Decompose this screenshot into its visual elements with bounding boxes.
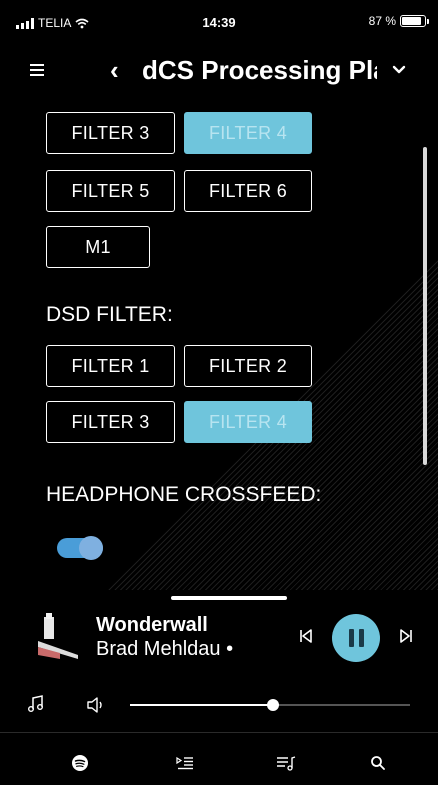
settings-content: FILTER 3 FILTER 4 FILTER 5 FILTER 6 M1 D… [0, 100, 438, 590]
pcm-filter-6-button[interactable]: FILTER 6 [184, 170, 312, 212]
toggle-knob[interactable] [79, 536, 103, 560]
back-chevron-icon[interactable]: ‹ [110, 56, 119, 84]
tab-search[interactable] [348, 748, 408, 778]
spotify-icon [72, 755, 88, 771]
scrollbar[interactable] [423, 147, 427, 465]
tab-library[interactable] [256, 748, 316, 778]
dsd-filter-label: DSD FILTER: [46, 303, 173, 326]
skip-previous-icon[interactable] [296, 626, 316, 646]
pause-button[interactable] [332, 614, 380, 662]
pcm-filter-m1-button[interactable]: M1 [46, 226, 150, 268]
status-bar: TELIA 14:39 87 % [0, 0, 438, 44]
tab-queue[interactable] [155, 748, 215, 778]
volume-slider[interactable] [130, 699, 410, 711]
library-icon [277, 756, 296, 771]
tab-spotify[interactable] [50, 748, 110, 778]
music-note-icon[interactable] [26, 694, 46, 714]
drawer-handle[interactable] [171, 596, 287, 600]
crossfeed-toggle[interactable] [57, 536, 103, 560]
headphone-crossfeed-label: HEADPHONE CROSSFEED: [46, 483, 322, 506]
tab-bar-divider [0, 732, 438, 733]
volume-fill [130, 704, 273, 706]
battery-area: 87 % [368, 14, 429, 28]
page-title: dCS Processing Pla [142, 55, 377, 85]
pcm-filter-4-button[interactable]: FILTER 4 [184, 112, 312, 154]
album-art[interactable] [30, 611, 86, 667]
battery-icon [400, 15, 429, 27]
app-header: ‹ dCS Processing Pla [0, 50, 438, 90]
volume-icon[interactable] [86, 696, 106, 714]
chevron-down-icon[interactable] [392, 60, 406, 80]
dsd-filter-4-button[interactable]: FILTER 4 [184, 401, 312, 443]
dsd-filter-3-button[interactable]: FILTER 3 [46, 401, 175, 443]
track-artist[interactable]: Brad Mehldau • [96, 638, 233, 661]
pcm-filter-3-button[interactable]: FILTER 3 [46, 112, 175, 154]
pcm-filter-5-button[interactable]: FILTER 5 [46, 170, 175, 212]
volume-knob[interactable] [266, 699, 279, 711]
queue-icon [176, 756, 193, 770]
hamburger-icon[interactable] [30, 64, 44, 76]
dsd-filter-1-button[interactable]: FILTER 1 [46, 345, 175, 387]
skip-next-icon[interactable] [396, 626, 416, 646]
search-icon [371, 756, 385, 770]
track-title[interactable]: Wonderwall [96, 614, 208, 637]
dsd-filter-2-button[interactable]: FILTER 2 [184, 345, 312, 387]
battery-percent: 87 % [368, 14, 396, 28]
